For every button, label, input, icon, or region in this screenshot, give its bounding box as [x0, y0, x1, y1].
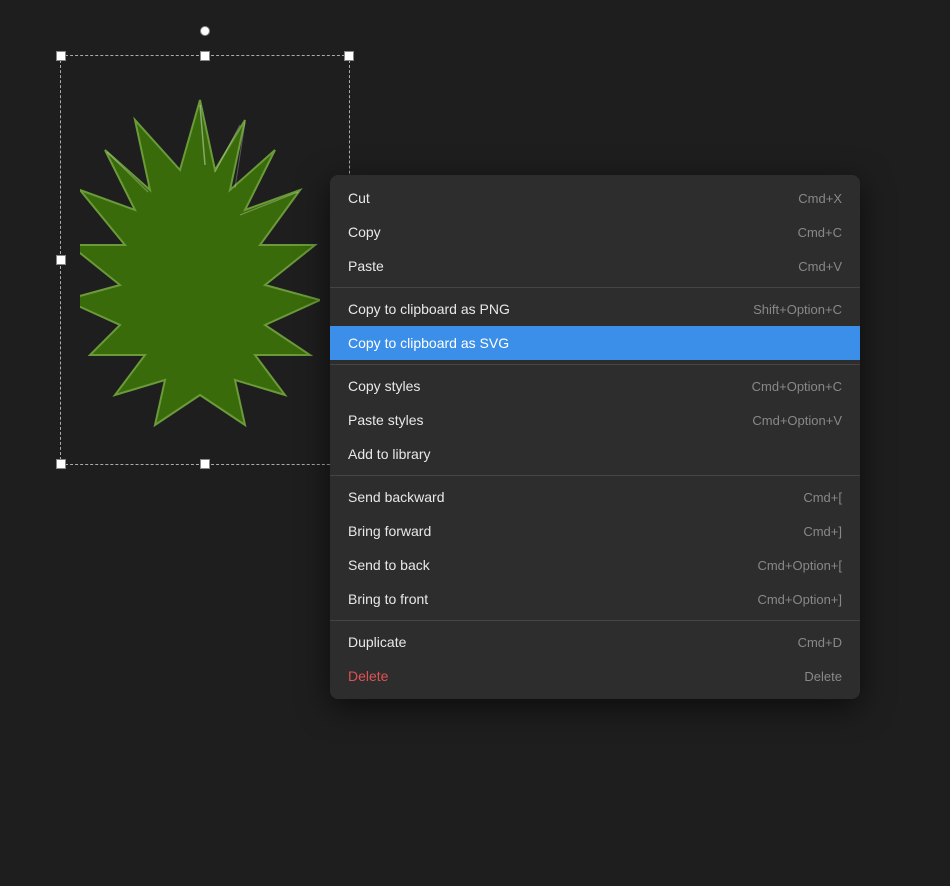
- menu-item-copy-svg-label: Copy to clipboard as SVG: [348, 335, 509, 351]
- menu-item-bring-front-shortcut: Cmd+Option+]: [757, 592, 842, 607]
- menu-item-copy-styles-shortcut: Cmd+Option+C: [752, 379, 842, 394]
- menu-item-copy-label: Copy: [348, 224, 381, 240]
- handle-bottom-left[interactable]: [56, 459, 66, 469]
- menu-item-delete[interactable]: Delete Delete: [330, 659, 860, 693]
- menu-item-bring-forward-shortcut: Cmd+]: [803, 524, 842, 539]
- menu-item-copy-styles-label: Copy styles: [348, 378, 420, 394]
- menu-item-bring-front-label: Bring to front: [348, 591, 428, 607]
- menu-item-cut[interactable]: Cut Cmd+X: [330, 181, 860, 215]
- menu-item-send-back-shortcut: Cmd+Option+[: [757, 558, 842, 573]
- menu-item-copy-shortcut: Cmd+C: [798, 225, 842, 240]
- menu-item-duplicate-label: Duplicate: [348, 634, 406, 650]
- menu-item-paste-styles-shortcut: Cmd+Option+V: [752, 413, 842, 428]
- star-svg: [80, 90, 320, 430]
- menu-item-send-backward-label: Send backward: [348, 489, 445, 505]
- menu-item-send-back-label: Send to back: [348, 557, 430, 573]
- star-shape-container: [75, 75, 325, 445]
- menu-item-paste[interactable]: Paste Cmd+V: [330, 249, 860, 283]
- menu-item-copy[interactable]: Copy Cmd+C: [330, 215, 860, 249]
- handle-top-left[interactable]: [56, 51, 66, 61]
- menu-item-paste-label: Paste: [348, 258, 384, 274]
- menu-item-add-library[interactable]: Add to library: [330, 437, 860, 471]
- menu-item-delete-label: Delete: [348, 668, 388, 684]
- menu-item-paste-styles-label: Paste styles: [348, 412, 423, 428]
- menu-item-cut-shortcut: Cmd+X: [798, 191, 842, 206]
- divider-3: [330, 475, 860, 476]
- menu-item-bring-forward-label: Bring forward: [348, 523, 431, 539]
- handle-bottom-middle[interactable]: [200, 459, 210, 469]
- menu-item-copy-styles[interactable]: Copy styles Cmd+Option+C: [330, 369, 860, 403]
- menu-item-bring-forward[interactable]: Bring forward Cmd+]: [330, 514, 860, 548]
- menu-item-paste-shortcut: Cmd+V: [798, 259, 842, 274]
- menu-item-send-back[interactable]: Send to back Cmd+Option+[: [330, 548, 860, 582]
- menu-item-paste-styles[interactable]: Paste styles Cmd+Option+V: [330, 403, 860, 437]
- menu-item-cut-label: Cut: [348, 190, 370, 206]
- rotation-handle[interactable]: [200, 26, 210, 36]
- menu-item-add-library-label: Add to library: [348, 446, 430, 462]
- menu-item-copy-png[interactable]: Copy to clipboard as PNG Shift+Option+C: [330, 292, 860, 326]
- canvas: Cut Cmd+X Copy Cmd+C Paste Cmd+V Copy to…: [0, 0, 950, 886]
- menu-item-send-backward-shortcut: Cmd+[: [803, 490, 842, 505]
- divider-1: [330, 287, 860, 288]
- menu-item-delete-shortcut: Delete: [804, 669, 842, 684]
- handle-top-right[interactable]: [344, 51, 354, 61]
- menu-item-bring-front[interactable]: Bring to front Cmd+Option+]: [330, 582, 860, 616]
- menu-item-copy-svg[interactable]: Copy to clipboard as SVG: [330, 326, 860, 360]
- menu-item-copy-png-label: Copy to clipboard as PNG: [348, 301, 510, 317]
- menu-item-duplicate[interactable]: Duplicate Cmd+D: [330, 625, 860, 659]
- menu-item-send-backward[interactable]: Send backward Cmd+[: [330, 480, 860, 514]
- divider-4: [330, 620, 860, 621]
- context-menu: Cut Cmd+X Copy Cmd+C Paste Cmd+V Copy to…: [330, 175, 860, 699]
- menu-item-duplicate-shortcut: Cmd+D: [798, 635, 842, 650]
- menu-item-copy-png-shortcut: Shift+Option+C: [753, 302, 842, 317]
- handle-top-middle[interactable]: [200, 51, 210, 61]
- handle-middle-left[interactable]: [56, 255, 66, 265]
- divider-2: [330, 364, 860, 365]
